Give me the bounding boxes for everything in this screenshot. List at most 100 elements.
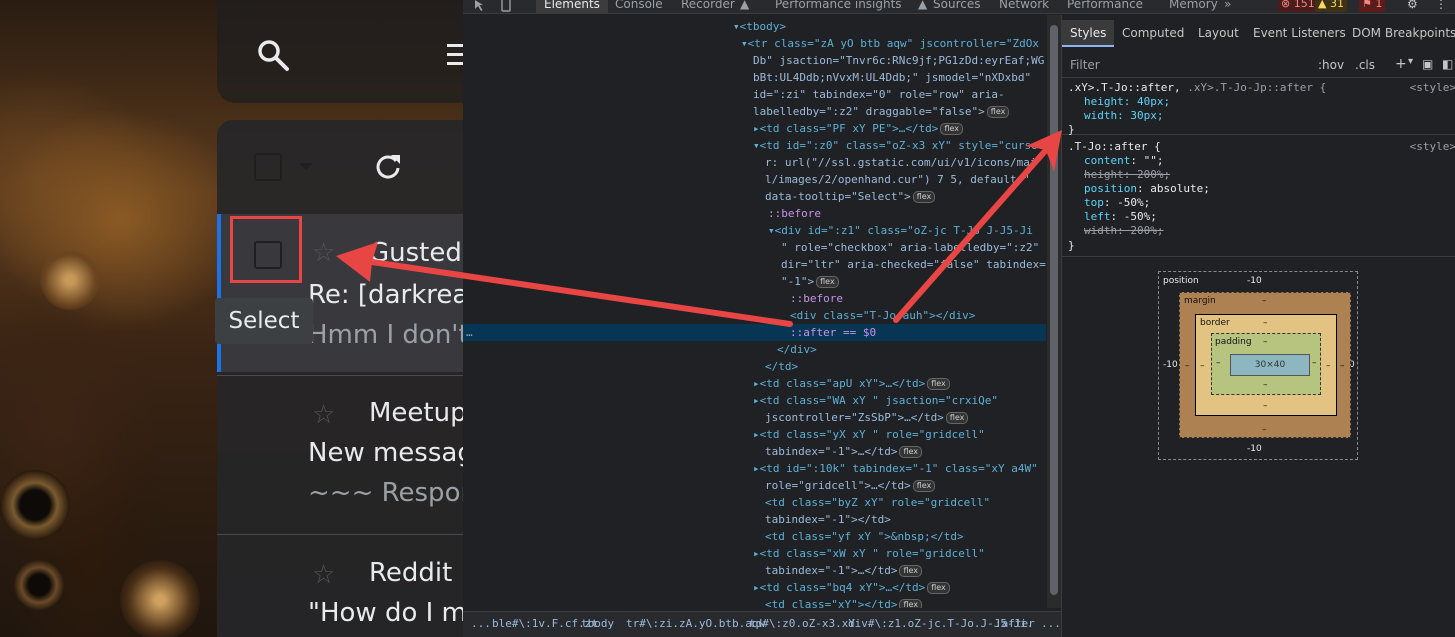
flex-badge[interactable]: flex (816, 276, 839, 288)
flex-badge[interactable]: flex (899, 565, 923, 577)
tab-elements[interactable]: Elements (536, 0, 608, 13)
rule-source-link[interactable]: <style> (1410, 140, 1455, 153)
tab-computed[interactable]: Computed (1122, 26, 1184, 40)
tab-network[interactable]: Network (999, 0, 1049, 13)
dom-node[interactable]: <div class="T-Jo-auh"></div> (463, 307, 1046, 324)
dom-node[interactable]: bBt:UL4Ddb;nVvxM:UL4Ddb;" jsmodel="nXDxb… (463, 69, 1046, 86)
dom-node[interactable]: "-1"> flex (463, 273, 1046, 290)
padding-top-value[interactable]: – (1263, 337, 1268, 347)
node-actions-dots[interactable]: … (466, 324, 473, 341)
element-state-icon[interactable]: ▣ (1422, 57, 1433, 71)
chevron-down-icon[interactable] (299, 163, 313, 170)
more-options-icon[interactable]: ⋮ (1435, 0, 1447, 13)
css-declaration[interactable]: width: 200%; (1084, 224, 1163, 238)
more-tabs-chevron-icon[interactable]: » (1224, 0, 1231, 13)
dom-node[interactable]: ▸<td class="bq4 xY">…</td> flex (463, 579, 1046, 596)
margin-right-value[interactable]: – (1340, 361, 1345, 371)
new-style-rule-icon[interactable]: + (1395, 56, 1407, 72)
tab-styles[interactable]: Styles (1062, 20, 1115, 47)
class-toggle[interactable]: .cls (1355, 58, 1375, 72)
padding-right-value[interactable]: – (1312, 358, 1317, 368)
filter-input[interactable]: Filter (1070, 58, 1100, 72)
dom-node[interactable]: ▾<tr class="zA yO btb aqw" jscontroller=… (463, 35, 1046, 52)
css-declaration[interactable]: left: -50%; (1084, 210, 1157, 224)
settings-gear-icon[interactable]: ⚙ (1407, 0, 1418, 13)
dom-node[interactable]: " role="checkbox" aria-labelledby=":z2" (463, 239, 1046, 256)
tab-sources[interactable]: Sources (933, 0, 980, 13)
flex-badge[interactable]: flex (899, 599, 923, 608)
dom-node[interactable]: ::before (463, 205, 1046, 222)
error-badge[interactable]: ⊗ 151 (1278, 0, 1318, 12)
tab-memory[interactable]: Memory (1169, 0, 1218, 13)
breadcrumb-item[interactable]: tbody (581, 612, 614, 636)
dom-node[interactable]: ▸<td class="PF xY PE">…</td> flex (463, 120, 1046, 137)
dom-node[interactable]: data-tooltip="Select"> flex (463, 188, 1046, 205)
dom-node[interactable]: tabindex="-1">…</td> flex (463, 562, 1046, 579)
inspect-element-icon[interactable] (473, 0, 487, 12)
star-icon[interactable]: ☆ (312, 400, 335, 430)
search-icon[interactable] (255, 37, 291, 73)
dom-node[interactable]: ▸<td class="xW xY " role="gridcell" (463, 545, 1046, 562)
breadcrumb-item[interactable]: td#\:z0.oZ-x3.xY (749, 612, 855, 636)
padding-bottom-value[interactable]: – (1263, 380, 1268, 390)
tab-event-listeners[interactable]: Event Listeners (1253, 26, 1346, 40)
dom-node[interactable]: <td class="byZ xY" role="gridcell" (463, 494, 1046, 511)
dom-node[interactable]: ▸<td class="yX xY " role="gridcell" (463, 426, 1046, 443)
css-declaration[interactable]: position: absolute; (1084, 182, 1210, 196)
hover-state-toggle[interactable]: :hov (1318, 58, 1344, 72)
select-all-checkbox[interactable] (254, 153, 282, 181)
search-options-icon[interactable] (447, 42, 463, 68)
flex-badge[interactable]: flex (899, 446, 923, 458)
flex-badge[interactable]: flex (927, 378, 950, 390)
box-model-content[interactable]: 30×40 (1230, 354, 1310, 376)
margin-top-value[interactable]: – (1262, 296, 1267, 306)
border-right-value[interactable]: – (1326, 361, 1331, 371)
flex-badge[interactable]: flex (986, 106, 1010, 118)
css-declaration[interactable]: top: -50%; (1084, 196, 1150, 210)
issues-badge[interactable]: ⚑ 1 (1359, 0, 1386, 12)
dom-node[interactable]: ▾<td id=":z0" class="oZ-x3 xY" style="cu… (463, 137, 1046, 154)
device-toolbar-icon[interactable] (499, 0, 513, 12)
css-declaration[interactable]: width: 30px; (1084, 109, 1163, 123)
flex-badge[interactable]: flex (940, 123, 963, 135)
flex-badge[interactable]: flex (927, 582, 950, 594)
border-left-value[interactable]: – (1200, 361, 1205, 371)
css-declaration[interactable]: height: 40px; (1084, 95, 1170, 109)
dom-scrollbar-thumb[interactable] (1050, 25, 1058, 595)
flex-badge[interactable]: flex (912, 191, 936, 203)
border-bottom-value[interactable]: – (1263, 401, 1268, 411)
dom-node[interactable]: l/images/2/openhand.cur") 7 5, default;" (463, 171, 1046, 188)
css-declaration[interactable]: height: 200%; (1084, 168, 1170, 182)
flex-badge[interactable]: flex (912, 480, 936, 492)
position-left-value[interactable]: -10 (1163, 360, 1178, 370)
padding-left-value[interactable]: – (1216, 358, 1221, 368)
dom-node[interactable]: dir="ltr" aria-checked="false" tabindex= (463, 256, 1046, 273)
flex-badge[interactable]: flex (945, 412, 969, 424)
tab-dom-breakpoints[interactable]: DOM Breakpoints (1352, 26, 1455, 40)
dom-node[interactable]: ▾<tbody> (463, 18, 1046, 35)
tab-layout[interactable]: Layout (1198, 26, 1239, 40)
dom-node[interactable]: ▸<td class="WA xY " jsaction="crxiQe" (463, 392, 1046, 409)
margin-left-value[interactable]: – (1185, 361, 1190, 371)
dom-node[interactable]: tabindex="-1"></td> (463, 511, 1046, 528)
rule-source-link[interactable]: <style> (1410, 81, 1455, 94)
tab-recorder[interactable]: Recorder (681, 0, 735, 13)
tab-console[interactable]: Console (615, 0, 663, 13)
dom-node[interactable]: id=":zi" tabindex="0" role="row" aria- (463, 86, 1046, 103)
dom-node[interactable]: jscontroller="ZsSbP">…</td> flex (463, 409, 1046, 426)
dom-node[interactable]: <td class="xY"></td> flex (463, 596, 1046, 608)
border-top-value[interactable]: – (1263, 318, 1268, 328)
dom-node[interactable]: ▾<div id=":z1" class="oZ-jc T-Jo J-J5-Ji (463, 222, 1046, 239)
breadcrumb-item[interactable]: tr#\:zi.zA.yO.btb.aqw (626, 612, 765, 636)
new-style-rule-chevron-icon[interactable]: ▾ (1408, 56, 1413, 67)
star-icon[interactable]: ☆ (312, 560, 335, 590)
position-bottom-value[interactable]: -10 (1247, 444, 1262, 454)
dom-node[interactable]: tabindex="-1">…</td> flex (463, 443, 1046, 460)
dom-node[interactable]: Db" jsaction="Tnvr6c:RNc9jf;PG1zDd:eyrEa… (463, 52, 1046, 69)
toggle-sidebar-icon[interactable]: ◧ (1442, 57, 1453, 71)
dom-node[interactable]: </div> (463, 341, 1046, 358)
breadcrumb-scroll[interactable]: ... (1041, 612, 1061, 636)
margin-bottom-value[interactable]: – (1262, 425, 1267, 435)
css-declaration[interactable]: content: ""; (1084, 154, 1163, 168)
position-top-value[interactable]: -10 (1247, 276, 1262, 286)
